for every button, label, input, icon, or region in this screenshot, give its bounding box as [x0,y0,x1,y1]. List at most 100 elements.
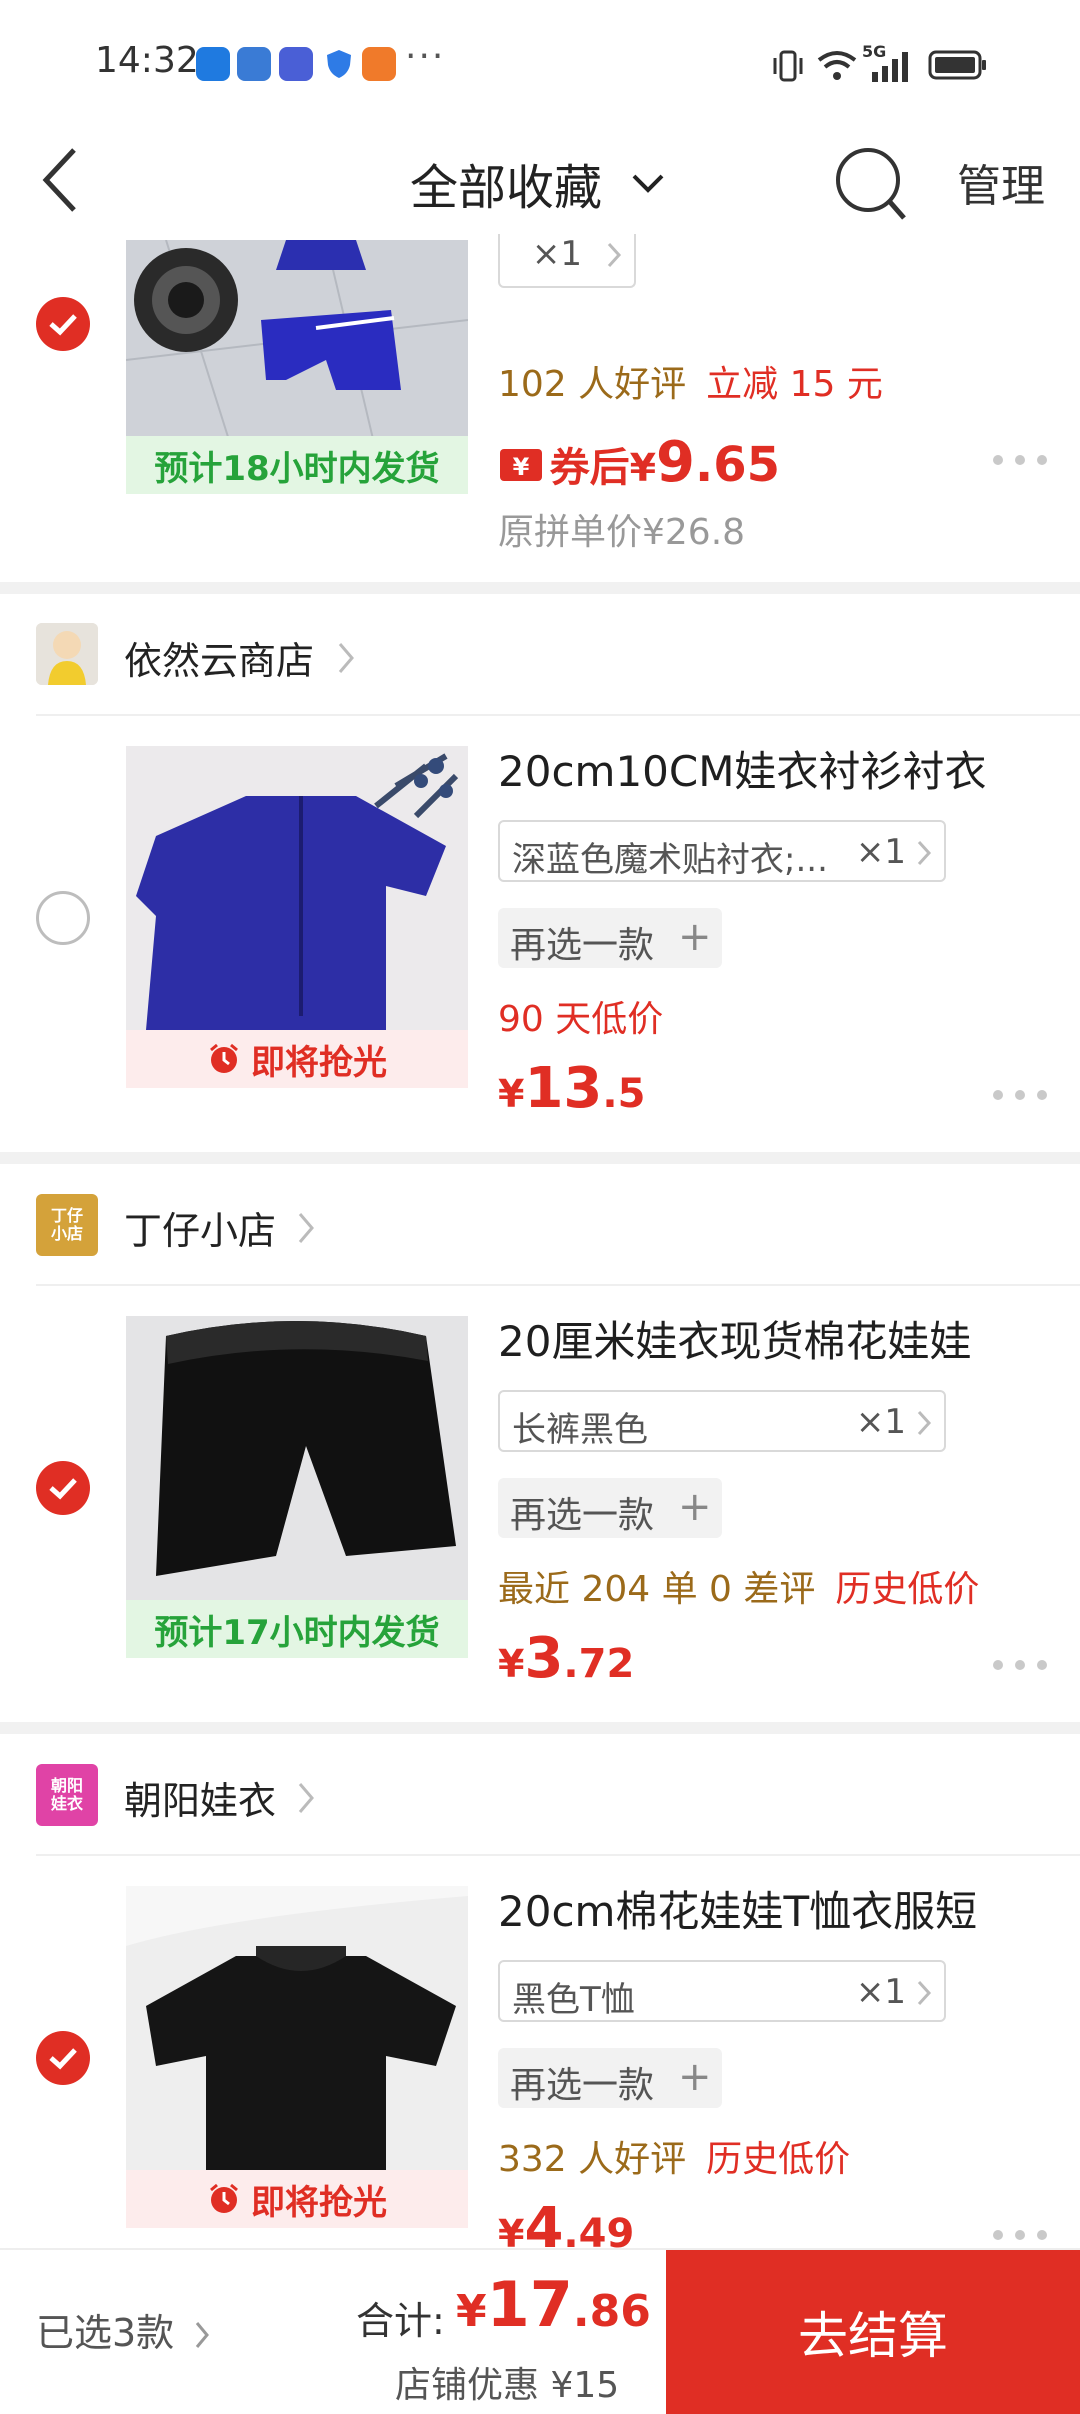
vibrate-icon [773,50,803,82]
more-icon[interactable] [993,2230,1049,2242]
alarm-clock-icon [210,2183,238,2213]
stock-warning-label: 即将抢光 [251,2182,387,2223]
spec-selector[interactable]: ×1 [498,234,636,288]
shipping-tag: 预计18小时内发货 [126,436,468,494]
spec-label: 深蓝色魔术贴衬衣;... [512,840,828,880]
reselect-label: 再选一款 [510,2065,655,2106]
product-price: ¥3.72 [498,1626,634,1691]
nav-bar: 全部收藏 管理 [0,130,1080,240]
svg-text:¥: ¥ [513,453,530,481]
shop-name[interactable]: 丁仔小店 [124,1200,276,1255]
stock-warning-tag: 即将抢光 [126,2170,468,2228]
history-low-badge: 历史低价 [835,1569,980,1610]
selected-count: 已选3款 [36,2311,175,2355]
total-label: 合计: [356,2299,445,2343]
product-title[interactable]: 20cm棉花娃娃T恤衣服短 [498,1878,977,1939]
item-checkbox[interactable] [36,2031,90,2085]
chevron-right-icon [917,1980,932,2006]
plus-icon: + [678,2054,712,2100]
price-dec: .72 [563,1641,635,1687]
more-icon[interactable] [993,455,1049,467]
divider [36,714,1080,716]
check-icon [49,314,77,336]
item-checkbox[interactable] [36,297,90,351]
spec-selector[interactable]: 深蓝色魔术贴衬衣;... ×1 [498,820,946,882]
reselect-button[interactable]: 再选一款 + [498,908,722,968]
product-title[interactable]: 20厘米娃衣现货棉花娃娃 [498,1308,971,1369]
chevron-down-icon[interactable] [628,168,668,198]
sales-count: 最近 204 单 0 差评 [498,1569,816,1610]
price-int: 3 [524,1626,564,1691]
spec-selector[interactable]: 黑色T恤 ×1 [498,1960,946,2022]
total-amount: ¥17.86 [456,2268,651,2341]
status-bar: 14:32 ··· 5G [0,0,1080,130]
price-currency: ¥ [498,1072,525,1116]
chevron-right-icon[interactable] [294,1778,318,1818]
battery-icon [928,50,986,80]
shield-app-icon [322,47,356,81]
selected-count-button[interactable]: 已选3款 [36,2302,212,2357]
location-app-icon [196,47,230,81]
check-icon [49,1478,77,1500]
shop-avatar[interactable] [36,623,98,685]
more-icon[interactable] [993,1660,1049,1672]
shop-name[interactable]: 依然云商店 [124,630,314,685]
price-currency: ¥ [498,1642,525,1686]
checkout-button[interactable]: 去结算 [666,2250,1080,2414]
sales-info: 最近 204 单 0 差评 历史低价 [498,1560,979,1612]
check-icon [49,2048,77,2070]
chevron-right-icon [607,242,622,268]
product-price: ¥13.5 [498,1056,645,1121]
chevron-right-icon [196,2322,210,2348]
chevron-right-icon[interactable] [294,1208,318,1248]
divider [0,1722,1080,1734]
spec-selector[interactable]: 长裤黑色 ×1 [498,1390,946,1452]
total-currency: ¥ [456,2286,487,2337]
product-image[interactable] [126,1316,468,1600]
item-checkbox[interactable] [36,891,90,945]
divider [0,1152,1080,1164]
total-dec: .86 [572,2286,651,2337]
quantity-label: ×1 [855,1402,906,1442]
stock-warning-tag: 即将抢光 [126,1030,468,1088]
coupon-icon: ¥ [500,449,542,481]
product-title[interactable]: 20cm10CM娃衣衬衫衬衣 [498,738,986,799]
shop-logo-text: 朝阳娃衣 [50,1776,83,1813]
shop-avatar[interactable]: 朝阳娃衣 [36,1764,98,1826]
reselect-button[interactable]: 再选一款 + [498,2048,722,2108]
chevron-right-icon[interactable] [334,638,358,678]
signal-icon [872,52,908,82]
product-image[interactable] [126,746,468,1030]
manage-button[interactable]: 管理 [957,150,1045,214]
shop-discount: 店铺优惠 ¥15 [395,2365,620,2406]
shop-logo-text: 丁仔小店 [50,1206,83,1243]
tieba-app-icon [279,47,313,81]
orange-app-icon [362,47,396,81]
plus-icon: + [678,1484,712,1530]
quantity-label: ×1 [855,1972,906,2012]
product-image[interactable] [126,1886,468,2170]
original-price: 原拼单价¥26.8 [498,512,746,553]
plus-icon: + [678,914,712,960]
checkout-bar: 已选3款 合计: ¥17.86 店铺优惠 ¥15 去结算 [0,2248,1080,2414]
shop-name[interactable]: 朝阳娃衣 [124,1770,276,1825]
price-int: 13 [524,1056,603,1121]
shop-avatar[interactable]: 丁仔小店 [36,1194,98,1256]
back-icon[interactable] [36,140,86,220]
coupon-price: ¥ 券后¥9.65 [498,430,780,495]
divider [36,1284,1080,1286]
mail-app-icon [237,47,271,81]
collection-filter-dropdown[interactable]: 全部收藏 [410,148,602,218]
reselect-button[interactable]: 再选一款 + [498,1478,722,1538]
search-icon[interactable] [834,144,910,224]
more-icon[interactable] [993,1090,1049,1102]
promo-badge: 立减 15 元 [706,364,883,405]
reselect-label: 再选一款 [510,925,655,966]
price-dec: .5 [602,1071,646,1117]
review-info: 102 人好评 立减 15 元 [498,355,883,407]
reselect-label: 再选一款 [510,1495,655,1536]
item-checkbox[interactable] [36,1461,90,1515]
shipping-tag: 预计17小时内发货 [126,1600,468,1658]
stock-warning-label: 即将抢光 [251,1042,387,1083]
quantity-label: ×1 [855,832,906,872]
